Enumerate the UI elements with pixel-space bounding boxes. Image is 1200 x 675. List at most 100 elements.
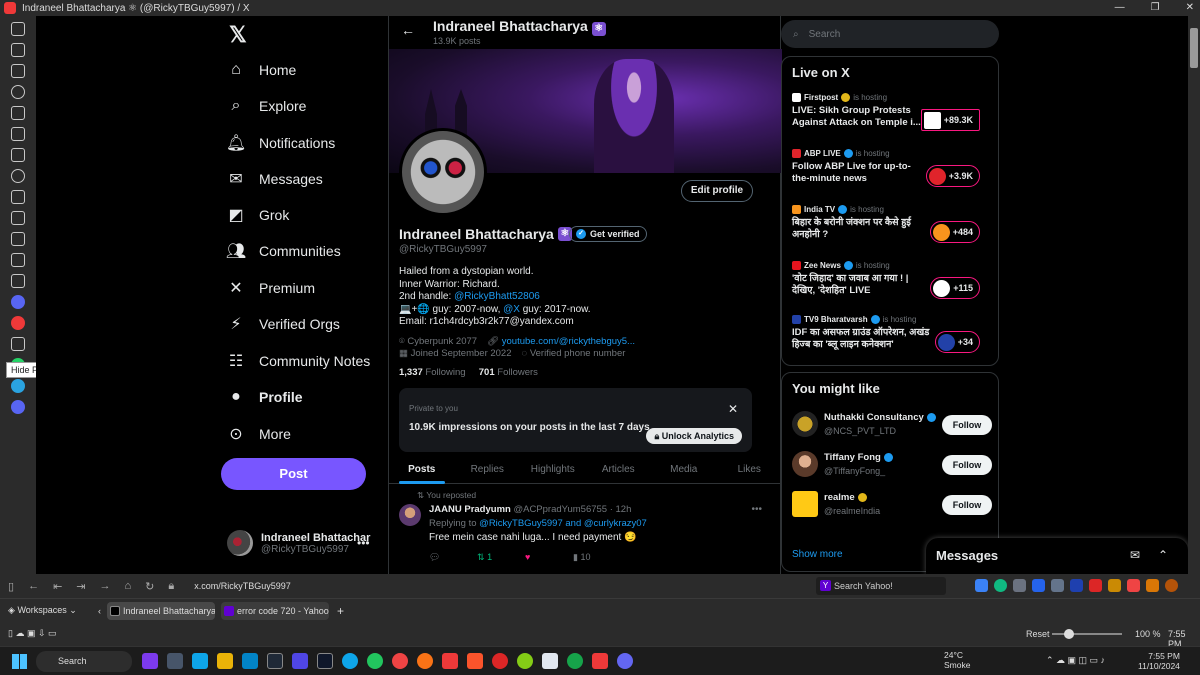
nav-notifications[interactable]: 🔔︎ Notifications [226,128,335,158]
mastodon-icon[interactable] [11,295,25,309]
live-listeners-pill[interactable]: +34 [934,331,980,353]
tweet-more-icon[interactable]: ••• [751,504,762,515]
notes-icon[interactable] [11,106,25,120]
profile-avatar-icon[interactable] [1165,579,1178,592]
browser-tab[interactable]: error code 720 - Yahoo Sear [221,601,329,620]
scrollbar-thumb[interactable] [1190,28,1198,68]
file-explorer-icon[interactable] [217,653,233,669]
telegram-icon[interactable] [11,379,25,393]
mail-icon[interactable] [11,190,25,204]
back-arrow-icon[interactable]: ← [401,22,415,38]
live-listeners-pill[interactable]: +115 [930,277,980,299]
vivaldi-icon[interactable] [442,653,458,669]
follow-button[interactable]: Follow [942,495,992,515]
chrome-icon[interactable] [367,653,383,669]
fast-forward-icon[interactable]: ⇥ [76,580,85,593]
url-field[interactable]: x.com/RickyTBGuy5997 [194,581,754,591]
follow-button[interactable]: Follow [942,415,992,435]
app-icon[interactable] [317,653,333,669]
tasks-icon[interactable] [11,232,25,246]
nav-verified-orgs[interactable]: ⚡︎ Verified Orgs [227,309,340,339]
tab-likes[interactable]: Likes [717,458,783,483]
forward-icon[interactable]: → [100,580,111,593]
firefox-icon[interactable] [417,653,433,669]
new-tab-icon[interactable]: + [337,604,344,618]
teams-icon[interactable] [292,653,308,669]
live-listeners-pill[interactable]: +3.9K [925,165,980,187]
live-item[interactable]: India TV is hosting बिहार के बरोनी जंक्शन… [792,205,992,243]
chrome-icon[interactable] [617,653,633,669]
panel-toggle-icon[interactable]: ▯ [8,580,14,593]
show-more-link[interactable]: Show more [792,549,843,560]
live-listeners-pill[interactable]: +89.3K [920,109,980,131]
tab-articles[interactable]: Articles [586,458,652,483]
views-button[interactable]: ▮ 10 [573,552,621,563]
messages-drawer[interactable]: Messages ✉ ⌃ [926,538,1188,574]
expand-icon[interactable]: ⌃ [1158,548,1168,562]
page-scrollbar[interactable] [1188,16,1200,574]
app-icon[interactable] [192,653,208,669]
nav-communities[interactable]: 👥︎ Communities [226,236,341,266]
nav-messages[interactable]: ✉ Messages [227,164,323,194]
nav-more[interactable]: ⊙ More [227,419,291,449]
zoom-reset-button[interactable]: Reset [1026,629,1050,639]
extension-icon[interactable] [1089,579,1102,592]
extension-icon[interactable] [1051,579,1064,592]
app-icon[interactable] [167,653,183,669]
reply-icon[interactable]: 💬︎ [429,552,477,563]
bio-link-second-handle[interactable]: @RickyBhatt52806 [454,291,540,302]
back-icon[interactable]: ← [28,580,39,593]
extension-icon[interactable] [1108,579,1121,592]
nav-premium[interactable]: ✕ Premium [227,273,315,303]
follow-button[interactable]: Follow [942,455,992,475]
x-logo-icon[interactable]: 𝕏 [229,22,247,48]
live-item[interactable]: Firstpost is hosting LIVE: Sikh Group Pro… [792,93,992,131]
home-icon[interactable]: ⌂ [125,580,132,593]
followers-link[interactable]: 701 Followers [479,367,538,378]
post-button[interactable]: Post [221,458,366,490]
bookmarks-icon[interactable] [11,22,25,36]
nav-grok[interactable]: ◩ Grok [227,200,289,230]
zoom-slider[interactable] [1052,629,1122,639]
feeds-icon[interactable] [11,253,25,267]
store-icon[interactable] [267,653,283,669]
vivaldi-icon[interactable] [592,653,608,669]
like-icon[interactable]: ♥ [525,552,573,563]
suggestion-item[interactable]: Nuthakki Consultancy @NCS_PVT_LTD Follow [792,411,992,439]
edge-icon[interactable] [242,653,258,669]
weather-widget[interactable]: 24°C Smoke [944,650,970,670]
edit-profile-button[interactable]: Edit profile [681,180,753,202]
sync-icon[interactable] [11,169,25,183]
app-icon[interactable] [542,653,558,669]
suggestion-item[interactable]: Tiffany Fong @TiffanyFong_ Follow [792,451,992,479]
reading-list-icon[interactable] [11,43,25,57]
translate-icon[interactable] [11,127,25,141]
tab-replies[interactable]: Replies [455,458,521,483]
browser-tab[interactable]: Indraneel Bhattacharya ⚛ [107,601,215,620]
history-icon[interactable] [11,85,25,99]
app-icon[interactable] [142,653,158,669]
workspaces-button[interactable]: ◈ Workspaces ⌄ [8,605,98,616]
extension-icon[interactable] [975,579,988,592]
extension-icon[interactable] [1013,579,1026,592]
windows-start-icon[interactable] [12,654,27,669]
suggestion-item[interactable]: realme @realmeIndia Follow [792,491,992,519]
vivaldi-panel-icon[interactable] [11,316,25,330]
taskbar-clock[interactable]: 7:55 PM 11/10/2024 [1138,651,1180,671]
tweet-author[interactable]: JAANU Pradyumn [429,504,511,515]
new-message-icon[interactable]: ✉ [1130,548,1140,562]
live-listeners-pill[interactable]: +484 [929,221,980,243]
unlock-analytics-button[interactable]: 🔒︎ Unlock Analytics [646,428,742,444]
live-item[interactable]: Zee News is hosting 'वोट जिहाद' का जवाब आ… [792,261,992,299]
tabs-back-icon[interactable]: ‹ [98,606,101,616]
chrome-icon[interactable] [567,653,583,669]
maximize-icon[interactable]: ❐ [1151,2,1160,13]
search-input[interactable]: ⌕ Search [781,20,999,48]
brave-icon[interactable] [467,653,483,669]
rewind-icon[interactable]: ⇤ [53,580,62,593]
reload-icon[interactable]: ↻ [145,580,154,593]
x-panel-icon[interactable] [11,337,25,351]
more-dots-icon[interactable]: ••• [357,536,370,550]
app-icon[interactable] [517,653,533,669]
chrome-icon[interactable] [392,653,408,669]
